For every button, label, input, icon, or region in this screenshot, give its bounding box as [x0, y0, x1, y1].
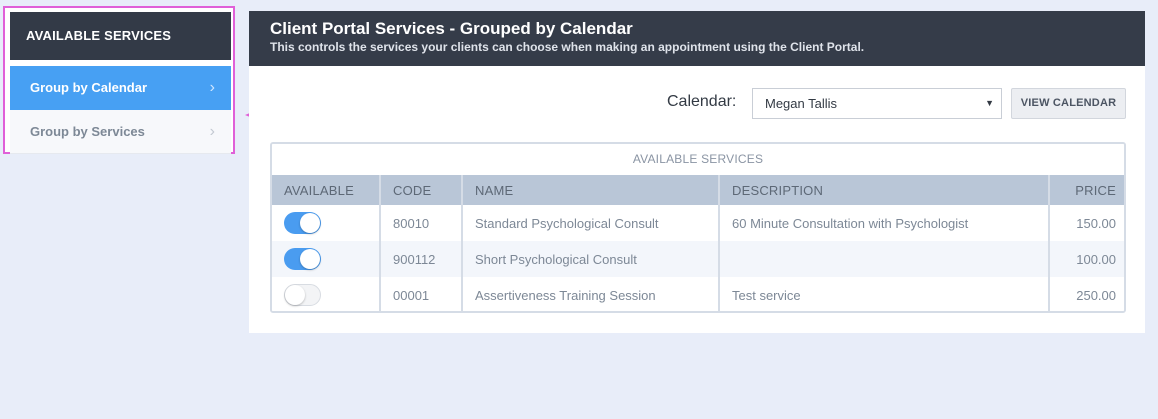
page-subtitle: This controls the services your clients …	[270, 40, 865, 54]
page-title: Client Portal Services - Grouped by Cale…	[270, 19, 633, 38]
table-row: 900112 Short Psychological Consult 100.0…	[272, 241, 1124, 277]
available-toggle[interactable]	[284, 212, 321, 234]
code-cell: 900112	[380, 241, 463, 277]
code-cell: 00001	[380, 277, 463, 311]
column-header-description[interactable]: DESCRIPTION	[719, 175, 1050, 205]
price-cell: 250.00	[1049, 277, 1124, 311]
table-caption: AVAILABLE SERVICES	[272, 144, 1124, 175]
sidebar-item-group-by-calendar[interactable]: Group by Calendar ›	[10, 66, 231, 110]
sidebar-item-group-by-services[interactable]: Group by Services ›	[10, 110, 231, 154]
sidebar-highlight-frame: AVAILABLE SERVICES Group by Calendar › G…	[3, 6, 235, 154]
code-cell: 80010	[380, 205, 463, 241]
chevron-right-icon: ›	[209, 123, 215, 140]
toggle-knob	[300, 213, 320, 233]
calendar-select[interactable]: Megan Tallis ▼	[752, 88, 1002, 119]
name-cell: Assertiveness Training Session	[462, 277, 720, 311]
description-cell	[719, 241, 1050, 277]
view-calendar-button[interactable]: VIEW CALENDAR	[1011, 88, 1126, 119]
calendar-label: Calendar:	[667, 93, 737, 110]
chevron-right-icon: ›	[209, 79, 215, 96]
sidebar-item-label: Group by Services	[30, 124, 145, 139]
toggle-knob	[300, 249, 320, 269]
description-cell: 60 Minute Consultation with Psychologist	[719, 205, 1050, 241]
available-toggle[interactable]	[284, 284, 321, 306]
price-cell: 100.00	[1049, 241, 1124, 277]
price-cell: 150.00	[1049, 205, 1124, 241]
caret-down-icon: ▼	[985, 98, 994, 108]
sidebar-item-label: Group by Calendar	[30, 80, 148, 95]
panel-header: Client Portal Services - Grouped by Cale…	[249, 11, 1145, 66]
available-cell	[272, 241, 381, 277]
sidebar-header: AVAILABLE SERVICES	[10, 12, 231, 60]
column-header-name[interactable]: NAME	[462, 175, 720, 205]
column-header-available[interactable]: AVAILABLE	[272, 175, 381, 205]
services-table: AVAILABLE SERVICES AVAILABLE CODE NAME D…	[270, 142, 1126, 313]
available-cell	[272, 277, 381, 311]
table-row: 80010 Standard Psychological Consult 60 …	[272, 205, 1124, 241]
name-cell: Standard Psychological Consult	[462, 205, 720, 241]
name-cell: Short Psychological Consult	[462, 241, 720, 277]
table-row: 00001 Assertiveness Training Session Tes…	[272, 277, 1124, 311]
description-cell: Test service	[719, 277, 1050, 311]
toggle-knob	[285, 285, 305, 305]
table-header-row: AVAILABLE CODE NAME DESCRIPTION PRICE	[272, 175, 1124, 205]
column-header-price[interactable]: PRICE	[1049, 175, 1124, 205]
available-cell	[272, 205, 381, 241]
calendar-selected-value: Megan Tallis	[765, 96, 838, 111]
column-header-code[interactable]: CODE	[380, 175, 463, 205]
available-toggle[interactable]	[284, 248, 321, 270]
services-panel: Client Portal Services - Grouped by Cale…	[249, 11, 1145, 333]
